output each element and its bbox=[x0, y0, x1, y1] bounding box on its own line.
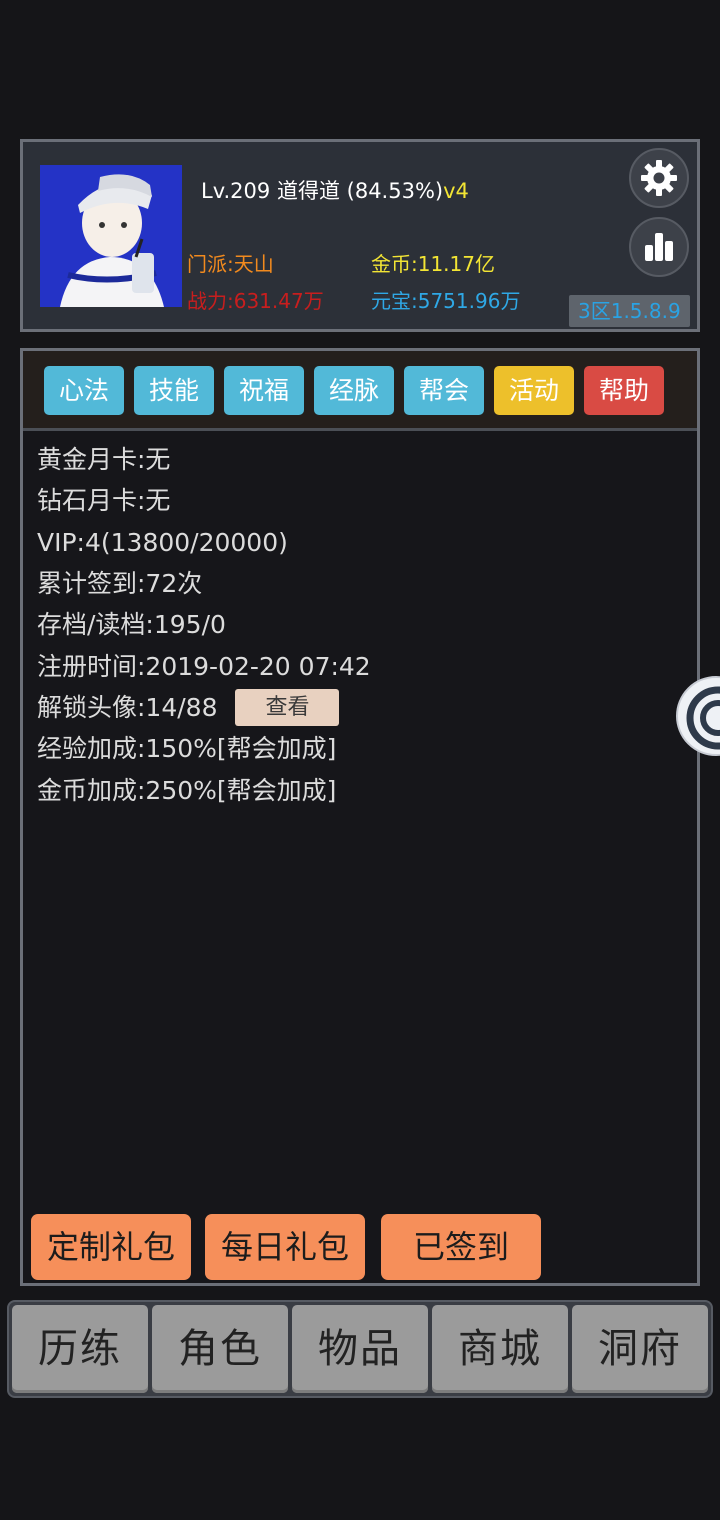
tab-meridians[interactable]: 经脉 bbox=[314, 366, 394, 415]
floating-assist-button[interactable] bbox=[676, 676, 720, 756]
gold-card-line: 黄金月卡:无 bbox=[37, 445, 171, 475]
vip-line: VIP:4(13800/20000) bbox=[37, 527, 288, 557]
avatar-portrait bbox=[40, 165, 182, 307]
signed-in-button[interactable]: 已签到 bbox=[381, 1214, 541, 1280]
nav-training[interactable]: 历练 bbox=[12, 1305, 148, 1393]
custom-pack-button[interactable]: 定制礼包 bbox=[31, 1214, 191, 1280]
ingot-stat: 元宝:5751.96万 bbox=[371, 289, 521, 313]
power-stat: 战力:631.47万 bbox=[187, 289, 324, 313]
level-progress: (84.53%) bbox=[346, 179, 444, 203]
server-tag: 3区1.5.8.9 bbox=[569, 295, 690, 327]
nav-items[interactable]: 物品 bbox=[292, 1305, 428, 1393]
main-panel: 心法 技能 祝福 经脉 帮会 活动 帮助 黄金月卡:无 钻石月卡:无 VIP:4… bbox=[20, 348, 700, 1286]
player-avatar[interactable] bbox=[40, 165, 182, 307]
view-avatars-button[interactable]: 查看 bbox=[235, 688, 340, 726]
avatar-unlock-text: 解锁头像:14/88 bbox=[37, 692, 218, 722]
tab-bar: 心法 技能 祝福 经脉 帮会 活动 帮助 bbox=[23, 351, 697, 431]
player-name: 道得道 bbox=[276, 179, 340, 203]
daily-pack-button[interactable]: 每日礼包 bbox=[205, 1214, 365, 1280]
tab-skills[interactable]: 技能 bbox=[134, 366, 214, 415]
profile-panel: Lv.209 道得道 (84.53%)v4 门派:天山 战力:631.47万 金… bbox=[20, 139, 700, 332]
tab-blessing[interactable]: 祝福 bbox=[224, 366, 304, 415]
level-text: Lv.209 bbox=[201, 179, 271, 203]
saves-line: 存档/读档:195/0 bbox=[37, 610, 226, 640]
tab-help[interactable]: 帮助 bbox=[584, 366, 664, 415]
sect-stat: 门派:天山 bbox=[187, 252, 274, 276]
signin-total-line: 累计签到:72次 bbox=[37, 569, 203, 599]
gold-stat: 金币:11.17亿 bbox=[371, 252, 495, 276]
bar-chart-icon bbox=[645, 233, 673, 261]
nav-cave[interactable]: 洞府 bbox=[572, 1305, 708, 1393]
nav-character[interactable]: 角色 bbox=[152, 1305, 288, 1393]
tab-guild[interactable]: 帮会 bbox=[404, 366, 484, 415]
account-info-list: 黄金月卡:无 钻石月卡:无 VIP:4(13800/20000) 累计签到:72… bbox=[37, 439, 371, 811]
concentric-circle-icon bbox=[686, 686, 720, 750]
register-time-line: 注册时间:2019-02-20 07:42 bbox=[37, 651, 371, 681]
gear-icon bbox=[641, 160, 677, 196]
avatar-unlock-line: 解锁头像:14/88 查看 bbox=[37, 687, 371, 728]
level-line: Lv.209 道得道 (84.53%)v4 bbox=[201, 175, 469, 205]
tab-events[interactable]: 活动 bbox=[494, 366, 574, 415]
tab-xinfa[interactable]: 心法 bbox=[44, 366, 124, 415]
diamond-card-line: 钻石月卡:无 bbox=[37, 486, 171, 516]
nav-shop[interactable]: 商城 bbox=[432, 1305, 568, 1393]
bottom-nav: 历练 角色 物品 商城 洞府 bbox=[7, 1300, 713, 1398]
vip-tag: v4 bbox=[443, 179, 469, 203]
ranking-button[interactable] bbox=[629, 217, 689, 277]
settings-button[interactable] bbox=[629, 148, 689, 208]
gold-bonus-line: 金币加成:250%[帮会加成] bbox=[37, 775, 337, 805]
game-screen: Lv.209 道得道 (84.53%)v4 门派:天山 战力:631.47万 金… bbox=[0, 0, 720, 1520]
exp-bonus-line: 经验加成:150%[帮会加成] bbox=[37, 734, 337, 764]
